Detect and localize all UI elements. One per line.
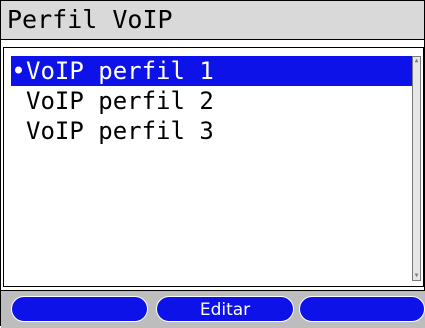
- arrow-down-icon[interactable]: ▼: [413, 272, 420, 280]
- list-item-label: VoIP perfil 3: [26, 117, 214, 145]
- page-title: Perfil VoIP: [7, 5, 173, 34]
- softkey-bar: Editar: [1, 290, 425, 328]
- profile-list: • VoIP perfil 1 VoIP perfil 2 VoIP perfi…: [11, 56, 413, 146]
- selected-bullet-icon: •: [11, 57, 26, 85]
- list-item-label: VoIP perfil 1: [26, 57, 214, 85]
- device-screen: Perfil VoIP • VoIP perfil 1 VoIP perfil …: [0, 0, 425, 328]
- edit-button[interactable]: Editar: [156, 296, 294, 322]
- list-item-voip-profile-3[interactable]: VoIP perfil 3: [11, 116, 413, 146]
- list-item-label: VoIP perfil 2: [26, 87, 214, 115]
- list-item-voip-profile-2[interactable]: VoIP perfil 2: [11, 86, 413, 116]
- profile-list-box: • VoIP perfil 1 VoIP perfil 2 VoIP perfi…: [3, 47, 424, 287]
- title-bar: Perfil VoIP: [1, 1, 424, 40]
- softkey-left-button[interactable]: [11, 296, 148, 322]
- vertical-scrollbar[interactable]: ▲ ▼: [412, 56, 421, 281]
- list-item-voip-profile-1[interactable]: • VoIP perfil 1: [11, 56, 413, 86]
- softkey-right-button[interactable]: [299, 296, 425, 322]
- arrow-up-icon[interactable]: ▲: [413, 57, 420, 65]
